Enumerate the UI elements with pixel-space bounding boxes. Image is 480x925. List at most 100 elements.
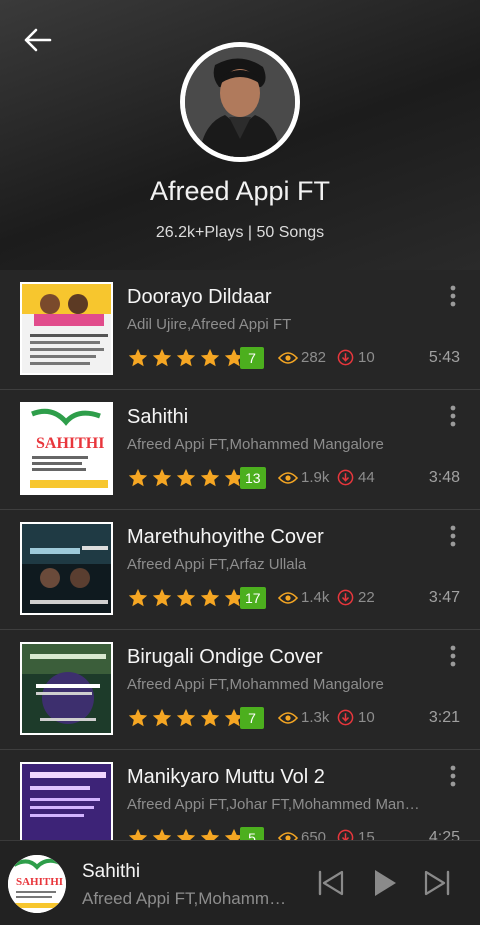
song-duration: 4:25 [428, 829, 460, 840]
star-icon [152, 828, 172, 840]
star-rating [127, 587, 245, 609]
star-icon [128, 828, 148, 840]
back-arrow-icon[interactable] [22, 26, 54, 54]
star-rating [127, 467, 245, 489]
download-count: 10 [337, 349, 375, 366]
song-title: Birugali Ondige Cover [127, 646, 323, 668]
song-title: Manikyaro Muttu Vol 2 [127, 766, 325, 788]
song-artists: Afreed Appi FT,Mohammed Mangalore [127, 436, 384, 453]
view-count-value: 1.9k [301, 469, 330, 486]
svg-text:SAHITHI: SAHITHI [36, 435, 104, 452]
song-row[interactable]: Birugali Ondige Cover Afreed Appi FT,Moh… [0, 630, 480, 750]
download-count: 15 [337, 829, 375, 840]
song-row[interactable]: SAHITHI Sahithi Afreed Appi FT,Mohammed … [0, 390, 480, 510]
download-count-value: 10 [358, 349, 375, 366]
song-duration: 3:47 [428, 589, 460, 606]
download-count-value: 15 [358, 829, 375, 840]
eye-icon [278, 711, 298, 724]
view-count: 1.9k [278, 469, 329, 486]
eye-icon [278, 591, 298, 604]
song-title: Marethuhoyithe Cover [127, 526, 324, 548]
star-rating [127, 707, 245, 729]
star-icon [152, 588, 172, 607]
song-artists: Afreed Appi FT,Mohammed Mangalore [127, 676, 384, 693]
star-icon [128, 468, 148, 487]
star-icon [128, 588, 148, 607]
view-count-value: 282 [301, 349, 327, 366]
song-cover-art [20, 282, 113, 375]
star-icon [152, 708, 172, 727]
now-playing-cover: SAHITHI [8, 855, 66, 913]
song-list: Doorayo Dildaar Adil Ujire,Afreed Appi F… [0, 270, 480, 840]
download-count-value: 22 [358, 589, 375, 606]
eye-icon [278, 471, 298, 484]
svg-text:SAHITHI: SAHITHI [16, 876, 63, 888]
song-duration: 5:43 [428, 349, 460, 366]
song-duration: 3:48 [428, 469, 460, 486]
song-artists: Adil Ujire,Afreed Appi FT [127, 316, 292, 333]
artist-photo [185, 47, 295, 157]
song-title: Sahithi [127, 406, 189, 428]
more-vertical-icon[interactable] [444, 404, 462, 428]
song-artists: Afreed Appi FT,Johar FT,Mohammed Mangalo… [127, 796, 427, 813]
rating-badge: 7 [240, 347, 264, 369]
more-vertical-icon[interactable] [444, 764, 462, 788]
download-count-value: 44 [358, 469, 375, 486]
star-icon [176, 588, 196, 607]
view-count: 650 [278, 829, 326, 840]
song-row[interactable]: Manikyaro Muttu Vol 2 Afreed Appi FT,Joh… [0, 750, 480, 840]
download-circle-icon [337, 469, 354, 486]
download-count: 22 [337, 589, 375, 606]
star-icon [152, 348, 172, 367]
download-count: 44 [337, 469, 375, 486]
download-circle-icon [337, 709, 354, 726]
skip-next-icon[interactable] [421, 867, 453, 899]
star-icon [200, 468, 220, 487]
more-vertical-icon[interactable] [444, 644, 462, 668]
artist-name: Afreed Appi FT [149, 176, 331, 206]
more-vertical-icon[interactable] [444, 524, 462, 548]
skip-previous-icon[interactable] [315, 867, 347, 899]
song-cover-art: SAHITHI [20, 402, 113, 495]
download-circle-icon [337, 589, 354, 606]
song-cover-art [20, 762, 113, 840]
song-cover-art [20, 642, 113, 735]
rating-badge: 7 [240, 707, 264, 729]
star-icon [176, 708, 196, 727]
download-count-value: 10 [358, 709, 375, 726]
play-icon[interactable] [368, 867, 400, 899]
now-playing-artist: Afreed Appi FT,Mohammed Mangalore [82, 889, 292, 908]
artist-stats: 26.2k+Plays | 50 Songs [155, 224, 325, 241]
eye-icon [278, 831, 298, 840]
view-count: 282 [278, 349, 326, 366]
rating-badge: 13 [240, 467, 266, 489]
star-icon [128, 708, 148, 727]
song-row[interactable]: Marethuhoyithe Cover Afreed Appi FT,Arfa… [0, 510, 480, 630]
star-icon [176, 468, 196, 487]
view-count-value: 1.4k [301, 589, 330, 606]
rating-badge: 5 [240, 827, 264, 840]
star-icon [200, 828, 220, 840]
star-icon [176, 348, 196, 367]
rating-badge: 17 [240, 587, 266, 609]
more-vertical-icon[interactable] [444, 284, 462, 308]
song-duration: 3:21 [428, 709, 460, 726]
star-rating [127, 347, 245, 369]
star-rating [127, 827, 245, 840]
artist-header: Afreed Appi FT 26.2k+Plays | 50 Songs [0, 0, 480, 270]
view-count-value: 1.3k [301, 709, 330, 726]
star-icon [176, 828, 196, 840]
star-icon [200, 348, 220, 367]
view-count: 1.4k [278, 589, 329, 606]
eye-icon [278, 351, 298, 364]
star-icon [128, 348, 148, 367]
now-playing-title: Sahithi [82, 861, 141, 882]
star-icon [152, 468, 172, 487]
song-artists: Afreed Appi FT,Arfaz Ullala [127, 556, 307, 573]
song-cover-art [20, 522, 113, 615]
artist-avatar [180, 42, 300, 162]
view-count-value: 650 [301, 829, 327, 840]
download-count: 10 [337, 709, 375, 726]
song-row[interactable]: Doorayo Dildaar Adil Ujire,Afreed Appi F… [0, 270, 480, 390]
mini-player[interactable]: SAHITHI Sahithi Afreed Appi FT,Mohammed … [0, 840, 480, 925]
